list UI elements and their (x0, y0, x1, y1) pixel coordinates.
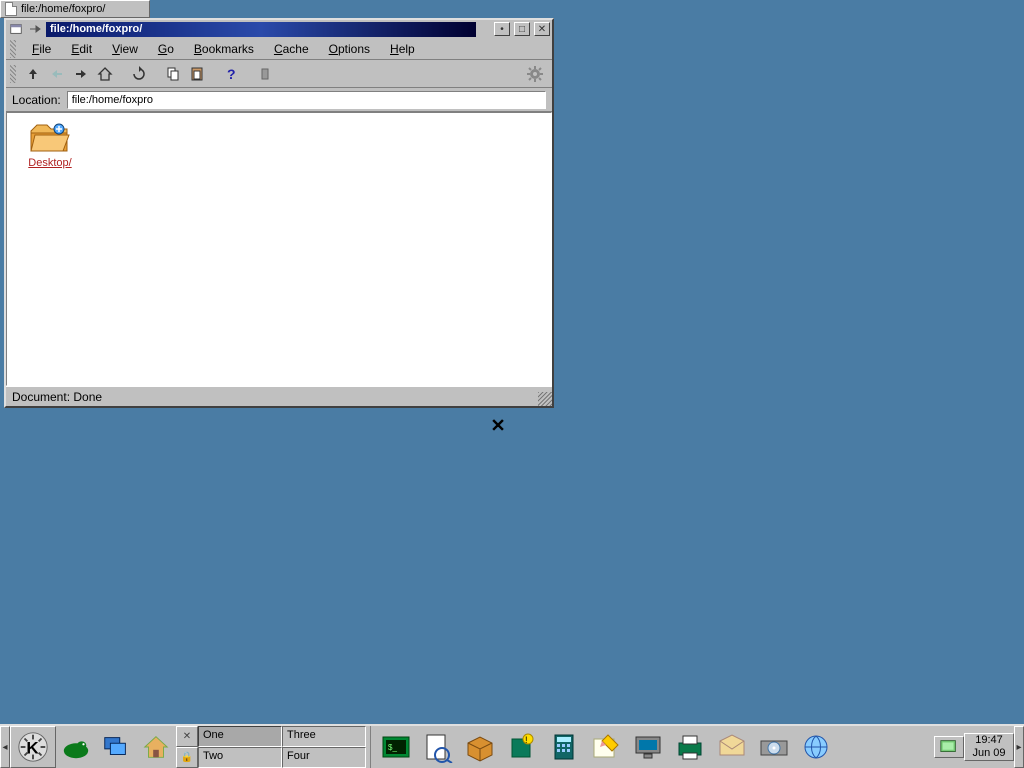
statusbar: Document: Done (6, 386, 552, 406)
panel-clock[interactable]: 19:47 Jun 09 (964, 733, 1014, 761)
clock-area: 19:47 Jun 09 (934, 726, 1014, 768)
file-manager-window: file:/home/foxpro/ • □ ✕ File Edit View … (4, 18, 554, 408)
paste-button[interactable] (186, 63, 208, 85)
taskbar-tab-label: file:/home/foxpro/ (21, 3, 105, 15)
pager-desktop-one[interactable]: One (198, 726, 282, 747)
close-button[interactable]: ✕ (534, 22, 550, 36)
app-network-icon[interactable] (797, 728, 835, 766)
pager-close-icon[interactable]: ✕ (176, 726, 198, 747)
location-bar: Location: (6, 88, 552, 112)
document-icon (5, 2, 17, 16)
pager: ✕ 🔒 One Three Two Four (176, 726, 366, 768)
pager-desktop-two[interactable]: Two (198, 747, 282, 768)
taskbar-tab[interactable]: file:/home/foxpro/ (0, 0, 150, 18)
pager-lock-icon[interactable]: 🔒 (176, 747, 198, 768)
menu-options[interactable]: Options (319, 39, 380, 59)
menu-cache[interactable]: Cache (264, 39, 319, 59)
launcher-suse-icon[interactable] (56, 726, 96, 768)
throbber-gear-icon (524, 63, 546, 85)
menubar: File Edit View Go Bookmarks Cache Option… (6, 38, 552, 60)
toolbar: ? (6, 60, 552, 88)
minimize-button[interactable]: • (494, 22, 510, 36)
app-editor-icon[interactable] (587, 728, 625, 766)
back-button[interactable] (46, 63, 68, 85)
cursor-icon: ✕ (490, 416, 505, 437)
systray-icon[interactable] (934, 736, 964, 758)
launcher-home-icon[interactable] (136, 726, 176, 768)
app-display-settings-icon[interactable] (629, 728, 667, 766)
window-title: file:/home/foxpro/ (46, 22, 476, 37)
folder-item-label: Desktop/ (15, 157, 85, 169)
status-text: Document: Done (12, 390, 102, 404)
up-button[interactable] (22, 63, 44, 85)
menu-help[interactable]: Help (380, 39, 425, 59)
help-icon[interactable]: ? (220, 63, 242, 85)
menubar-handle[interactable] (10, 40, 16, 58)
svg-text:K: K (26, 739, 39, 758)
menu-bookmarks[interactable]: Bookmarks (184, 39, 264, 59)
panel-hide-right[interactable]: ▸ (1014, 726, 1024, 768)
app-control-center-icon[interactable] (419, 728, 457, 766)
menu-view[interactable]: View (102, 39, 148, 59)
app-calculator-icon[interactable] (545, 728, 583, 766)
menu-go[interactable]: Go (148, 39, 184, 59)
app-printer-icon[interactable] (671, 728, 709, 766)
launcher-windows-list-icon[interactable] (96, 726, 136, 768)
home-button[interactable] (94, 63, 116, 85)
resize-grip[interactable] (538, 392, 552, 406)
app-cdrom-icon[interactable] (755, 728, 793, 766)
copy-button[interactable] (162, 63, 184, 85)
app-terminal-icon[interactable]: $_ (377, 728, 415, 766)
pin-icon[interactable] (28, 22, 42, 36)
folder-open-icon (29, 121, 71, 155)
forward-button[interactable] (70, 63, 92, 85)
app-help-book-icon[interactable]: ! (503, 728, 541, 766)
clock-date: Jun 09 (965, 747, 1013, 760)
app-mail-icon[interactable] (713, 728, 751, 766)
svg-text:!: ! (525, 735, 528, 745)
location-label: Location: (12, 93, 61, 107)
reload-button[interactable] (128, 63, 150, 85)
svg-text:?: ? (227, 66, 236, 82)
k-menu-button[interactable]: K (10, 726, 56, 768)
svg-text:$_: $_ (388, 743, 397, 752)
quick-launch-tray: $_ ! (370, 726, 934, 768)
menu-edit[interactable]: Edit (61, 39, 102, 59)
folder-item-desktop[interactable]: Desktop/ (15, 121, 85, 169)
titlebar[interactable]: file:/home/foxpro/ • □ ✕ (6, 20, 552, 38)
clock-time: 19:47 (965, 734, 1013, 747)
menu-file[interactable]: File (22, 39, 61, 59)
window-app-icon[interactable] (8, 21, 24, 37)
panel: ◂ K ✕ 🔒 One Three Two Four (0, 724, 1024, 768)
toolbar-handle[interactable] (10, 65, 16, 83)
panel-hide-left[interactable]: ◂ (0, 726, 10, 768)
pager-desktop-four[interactable]: Four (282, 747, 366, 768)
stop-button[interactable] (254, 63, 276, 85)
maximize-button[interactable]: □ (514, 22, 530, 36)
file-listing[interactable]: Desktop/ (6, 112, 552, 386)
location-input[interactable] (67, 91, 546, 109)
app-package-icon[interactable] (461, 728, 499, 766)
pager-desktop-three[interactable]: Three (282, 726, 366, 747)
